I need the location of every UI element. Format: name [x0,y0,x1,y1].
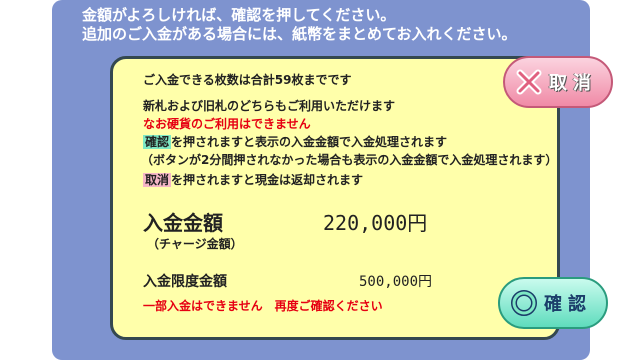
instruction-header: 金額がよろしければ、確認を押してください。 追加のご入金がある場合には、紙幣をま… [82,6,517,44]
limit-count-text: ご入金できる枚数は合計59枚までです [143,73,352,87]
confirm-key-label: 確認 [143,135,172,149]
cancel-instruction: 取消 を押されますと現金は返却されます [143,171,363,188]
timeout-note: （ボタンが2分間押されなかった場合も表示の入金金額で入金処理されます） [141,153,558,167]
instruction-line-1: 金額がよろしければ、確認を押してください。 [82,6,396,24]
deposit-limit-value: 500,000円 [359,274,433,290]
cancel-key-label: 取消 [143,173,172,187]
deposit-limit-label: 入金限度金額 [143,274,227,290]
cancel-button-label: 取消 [549,73,597,94]
notes-accepted-text: 新札および旧札のどちらもご利用いただけます [143,99,396,113]
cross-icon [515,68,543,96]
partial-deposit-warning: 一部入金はできません 再度ご確認ください [143,299,383,313]
confirm-button[interactable]: 確認 [498,277,608,329]
confirm-description: を押されますと表示の入金金額で入金処理されます [171,135,448,149]
cancel-button[interactable]: 取消 [503,56,613,108]
confirm-instruction: 確認 を押されますと表示の入金金額で入金処理されます [143,133,447,150]
info-panel: ご入金できる枚数は合計59枚までです 新札および旧札のどちらもご利用いただけます… [110,56,560,340]
instruction-line-2: 追加のご入金がある場合には、紙幣をまとめてお入れください。 [82,25,517,43]
coins-not-accepted-text: なお硬貨のご利用はできません [143,117,311,131]
deposit-amount-value: 220,000円 [323,211,428,235]
confirm-button-label: 確認 [544,294,592,315]
deposit-amount-label: 入金金額 [143,211,223,235]
cancel-description: を押されますと現金は返却されます [171,173,364,187]
circle-icon [510,289,538,317]
charge-amount-sublabel: （チャージ金額） [147,237,243,251]
